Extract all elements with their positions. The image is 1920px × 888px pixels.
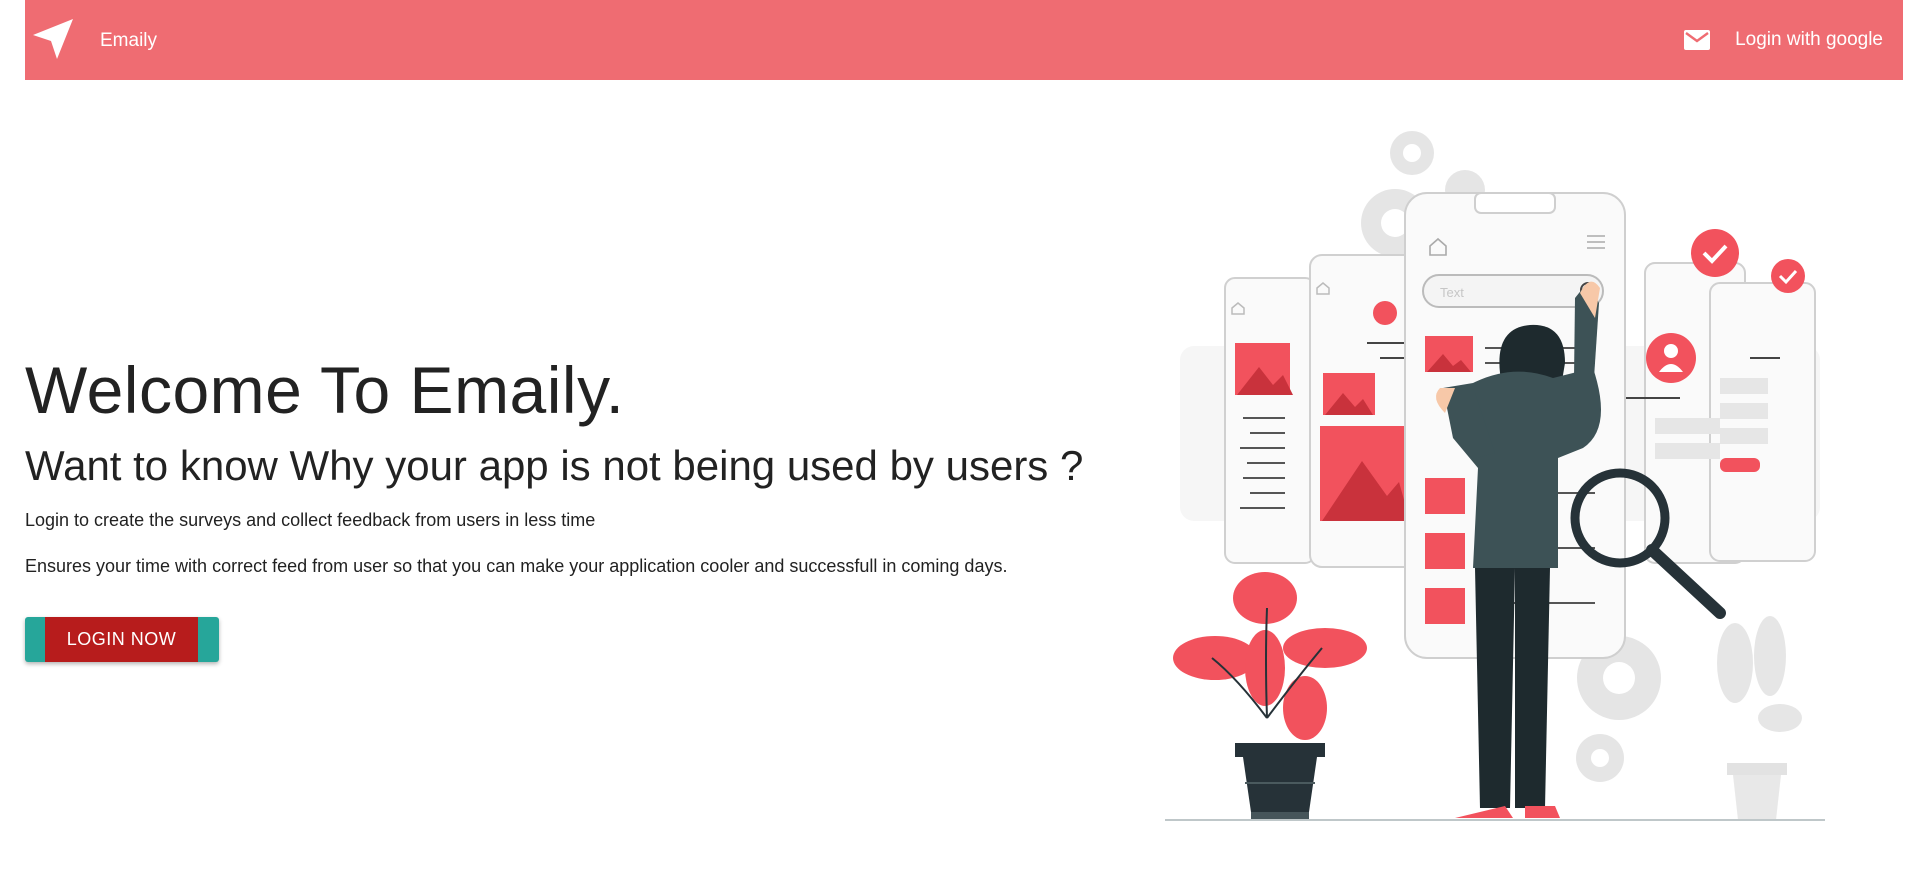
hero-description-1: Login to create the surveys and collect … [25, 510, 596, 530]
potted-plant-left [1173, 572, 1367, 820]
top-navbar: Emaily Login with google [25, 0, 1903, 80]
check-badge-small-icon [1771, 259, 1805, 293]
login-now-label: LOGIN NOW [45, 617, 198, 662]
brand-name[interactable]: Emaily [100, 30, 157, 52]
login-with-google-label: Login with google [1735, 29, 1883, 50]
login-now-button[interactable]: LOGIN NOW [25, 617, 219, 662]
phone-mockup-middle [1309, 254, 1421, 568]
hero-section: Welcome To Emaily. Want to know Why your… [25, 350, 1145, 578]
hero-title: Welcome To Emaily. [25, 353, 625, 427]
potted-plant-right [1717, 616, 1802, 820]
login-with-google-link[interactable]: Login with google [1683, 26, 1883, 54]
check-badge-icon [1691, 229, 1739, 277]
phone-mockup-left [1224, 277, 1316, 564]
phone-mockup-right [1625, 229, 1816, 564]
mail-icon [1684, 30, 1711, 50]
hero-illustration: Text [1165, 131, 1825, 821]
search-placeholder: Text [1440, 285, 1464, 300]
paper-plane-icon[interactable] [31, 17, 75, 61]
hero-subtitle: Want to know Why your app is not being u… [25, 442, 1084, 489]
hero-description-2: Ensures your time with correct feed from… [25, 556, 1008, 576]
